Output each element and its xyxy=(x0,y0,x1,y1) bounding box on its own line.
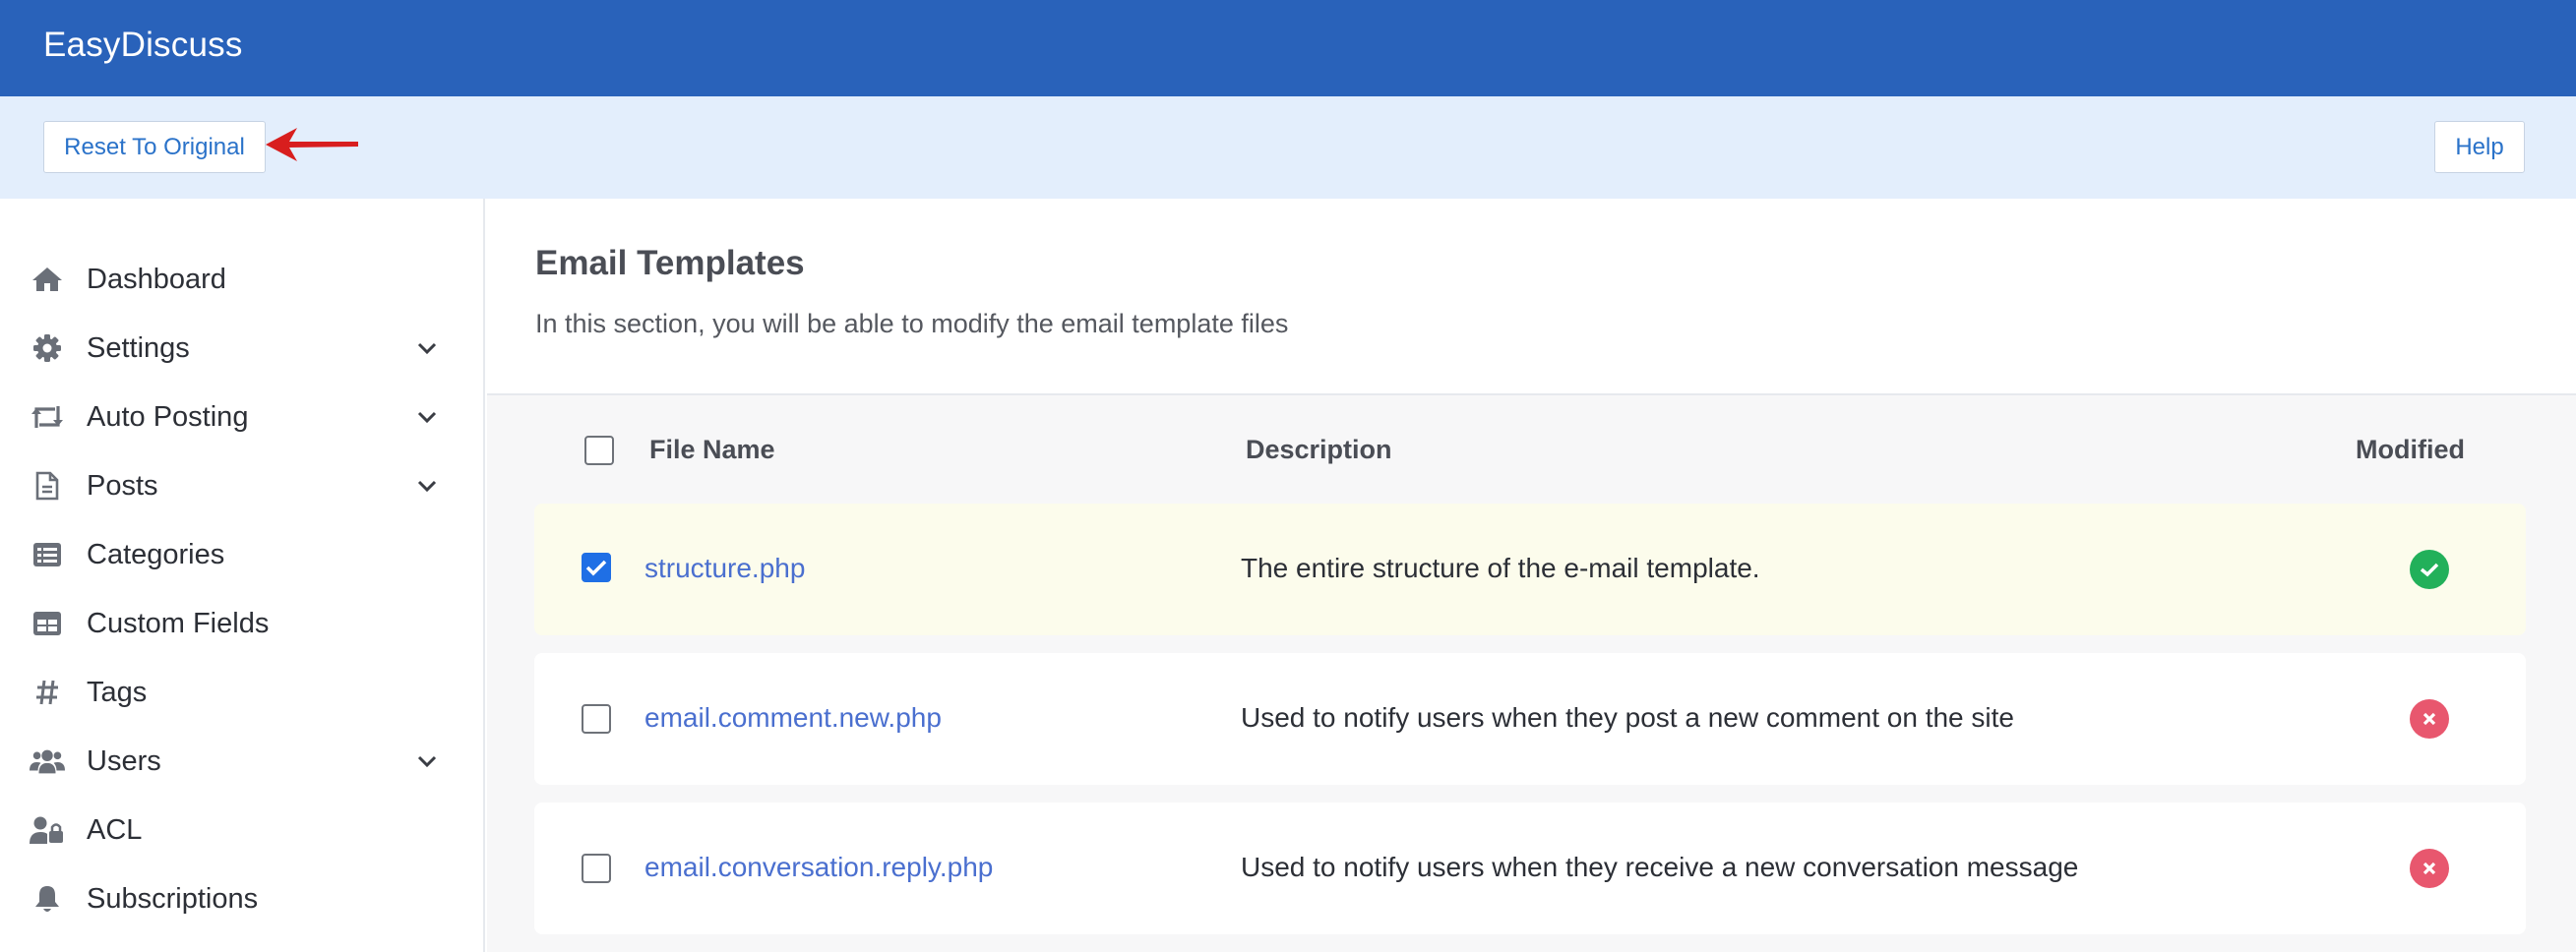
sidebar-item-label: Auto Posting xyxy=(87,400,249,433)
sidebar-item-label: Categories xyxy=(87,538,225,570)
column-header-modified: Modified xyxy=(2356,435,2465,464)
page-title: Email Templates xyxy=(535,244,805,282)
app-title: EasyDiscuss xyxy=(43,26,243,64)
template-file-link[interactable]: structure.php xyxy=(644,553,805,584)
email-templates-table: File Name Description Modified structure… xyxy=(487,395,2576,952)
select-all-checkbox[interactable] xyxy=(584,436,614,465)
sidebar-item-custom-fields[interactable]: Custom Fields xyxy=(0,589,485,658)
red-arrow-annotation-icon xyxy=(266,128,358,161)
sidebar-item-acl[interactable]: ACL xyxy=(0,796,485,864)
bell-icon xyxy=(30,881,65,917)
user-lock-icon xyxy=(30,812,65,848)
column-header-file-name: File Name xyxy=(649,435,775,464)
check-circle-icon xyxy=(2410,550,2449,589)
sidebar-item-tags[interactable]: Tags xyxy=(0,658,485,727)
chevron-down-icon[interactable] xyxy=(413,334,441,362)
sidebar-item-users[interactable]: Users xyxy=(0,727,485,796)
help-button[interactable]: Help xyxy=(2434,121,2525,173)
sidebar-item-label: Dashboard xyxy=(87,263,226,295)
home-icon xyxy=(30,262,65,297)
sidebar-item-auto-posting[interactable]: Auto Posting xyxy=(0,383,485,451)
times-circle-icon xyxy=(2410,849,2449,888)
row-checkbox[interactable] xyxy=(582,704,611,734)
sidebar-item-label: Custom Fields xyxy=(87,607,270,639)
sidebar-item-label: Settings xyxy=(87,331,190,364)
sidebar-item-subscriptions[interactable]: Subscriptions xyxy=(0,864,485,933)
list-icon xyxy=(30,537,65,572)
chevron-down-icon[interactable] xyxy=(413,403,441,431)
sidebar-item-label: Users xyxy=(87,744,161,777)
table-icon xyxy=(30,606,65,641)
users-icon xyxy=(30,744,65,779)
chevron-down-icon[interactable] xyxy=(413,472,441,500)
sidebar-item-label: ACL xyxy=(87,813,143,846)
template-file-link[interactable]: email.conversation.reply.php xyxy=(644,852,993,883)
row-checkbox[interactable] xyxy=(582,553,611,582)
main-content: Email Templates In this section, you wil… xyxy=(487,199,2576,952)
sidebar-item-label: Subscriptions xyxy=(87,882,259,915)
template-file-link[interactable]: email.comment.new.php xyxy=(644,702,942,734)
sidebar-item-categories[interactable]: Categories xyxy=(0,520,485,589)
page-description: In this section, you will be able to mod… xyxy=(535,309,1289,338)
template-description: The entire structure of the e-mail templ… xyxy=(1241,553,1760,583)
top-bar: EasyDiscuss xyxy=(0,0,2576,96)
sidebar: Dashboard Settings Auto Posting Posts Ca… xyxy=(0,199,485,952)
times-circle-icon xyxy=(2410,699,2449,739)
gear-icon xyxy=(30,330,65,366)
table-row: email.comment.new.php Used to notify use… xyxy=(534,653,2526,785)
column-header-description: Description xyxy=(1246,435,1392,464)
reset-to-original-button[interactable]: Reset To Original xyxy=(43,121,266,173)
file-icon xyxy=(30,468,65,504)
sidebar-item-settings[interactable]: Settings xyxy=(0,314,485,383)
chevron-down-icon[interactable] xyxy=(413,747,441,775)
table-row: structure.php The entire structure of th… xyxy=(534,504,2526,635)
sidebar-item-posts[interactable]: Posts xyxy=(0,451,485,520)
sidebar-item-label: Posts xyxy=(87,469,158,502)
row-checkbox[interactable] xyxy=(582,854,611,883)
table-row: email.conversation.reply.php Used to not… xyxy=(534,803,2526,934)
retweet-icon xyxy=(30,399,65,435)
template-description: Used to notify users when they post a ne… xyxy=(1241,702,2014,733)
action-bar: Reset To Original Help xyxy=(0,96,2576,199)
sidebar-item-dashboard[interactable]: Dashboard xyxy=(0,245,485,314)
sidebar-item-label: Tags xyxy=(87,676,148,708)
hashtag-icon xyxy=(30,675,65,710)
section-header: Email Templates In this section, you wil… xyxy=(487,199,2576,395)
template-description: Used to notify users when they receive a… xyxy=(1241,852,2079,882)
